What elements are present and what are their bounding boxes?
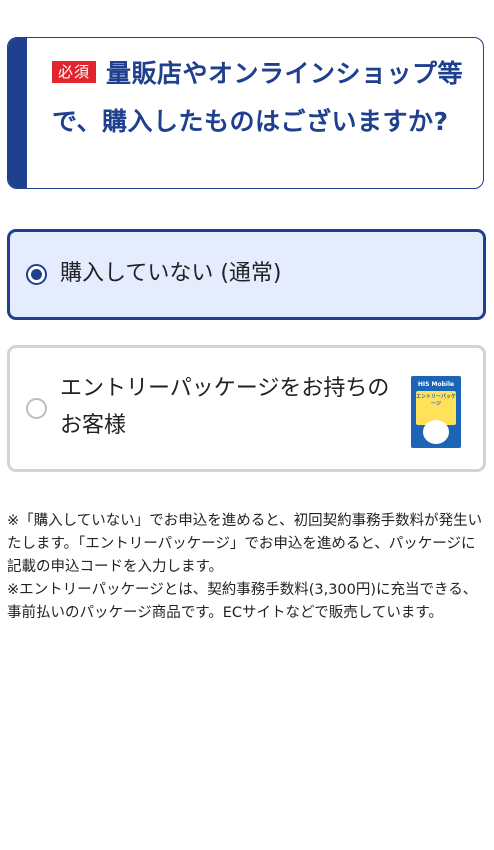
entry-package-image: HIS Mobile エントリーパッケージ bbox=[411, 376, 461, 448]
package-title: エントリーパッケージ bbox=[416, 394, 456, 407]
question-card: 必須 量販店やオンラインショップ等で、購入したものはございますか? bbox=[7, 37, 484, 189]
question-heading: 必須 量販店やオンラインショップ等で、購入したものはございますか? bbox=[52, 50, 465, 146]
radio-unselected-icon[interactable] bbox=[26, 398, 47, 419]
package-brand: HIS Mobile bbox=[417, 381, 455, 388]
notes: ※「購入していない」でお申込を進めると、初回契約事務手数料が発生いたします。「エ… bbox=[7, 510, 489, 625]
option-label-not-purchased: 購入していない (通常) bbox=[60, 261, 282, 286]
question-text: 量販店やオンラインショップ等で、購入したものはございますか? bbox=[52, 59, 464, 136]
package-mascot-icon bbox=[423, 420, 449, 444]
option-label-entry-package: エントリーパッケージをお持ちのお客様 bbox=[60, 376, 390, 438]
note-1: ※「購入していない」でお申込を進めると、初回契約事務手数料が発生いたします。「エ… bbox=[7, 513, 483, 575]
radio-selected-icon[interactable] bbox=[26, 264, 47, 285]
option-entry-package[interactable]: エントリーパッケージをお持ちのお客様 HIS Mobile エントリーパッケージ bbox=[7, 345, 486, 472]
question-accent-bar bbox=[8, 38, 27, 188]
note-2: ※エントリーパッケージとは、契約事務手数料(3,300円)に充当できる、事前払い… bbox=[7, 582, 478, 621]
option-not-purchased[interactable]: 購入していない (通常) bbox=[7, 229, 486, 320]
required-badge: 必須 bbox=[52, 61, 97, 83]
